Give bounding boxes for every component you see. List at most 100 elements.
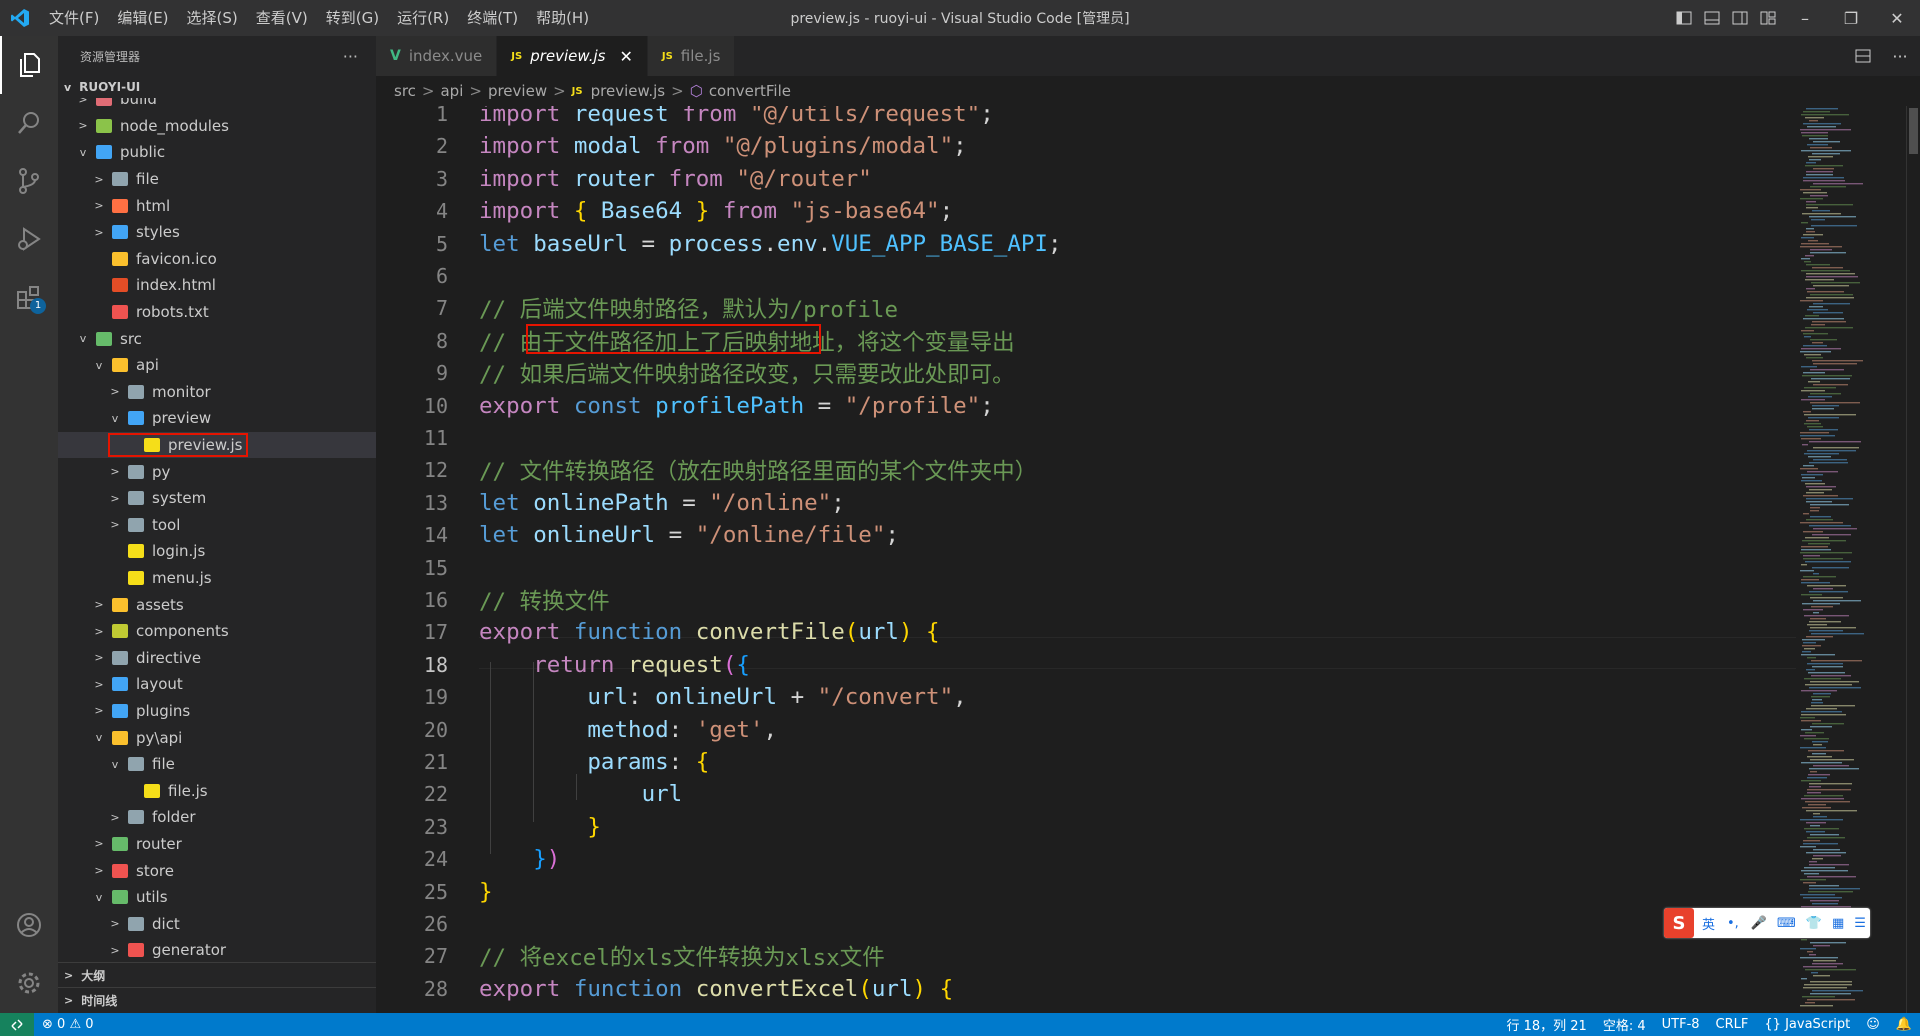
toolbox-icon[interactable]: ▦ [1832,916,1844,931]
code-line[interactable]: 25} [376,876,1796,908]
code-line[interactable]: 4 import { Base64 } from "js-base64"; [376,195,1796,227]
code-line[interactable]: 27 // 将excel的xls文件转换为xlsx文件 [376,940,1796,972]
keyboard-icon[interactable]: ⌨ [1777,916,1796,931]
remote-icon[interactable] [0,1013,34,1036]
tree-item[interactable]: file.js [58,777,376,804]
timeline-section[interactable]: > 时间线 [58,987,376,1012]
code-line[interactable]: 17 export function convertFile(url) { [376,616,1796,648]
settings-gear-icon[interactable] [0,954,58,1012]
code-line[interactable]: 15 [376,552,1796,584]
code-line[interactable]: 5 let baseUrl = process.env.VUE_APP_BASE_… [376,228,1796,260]
tree-item[interactable]: > plugins [58,698,376,725]
code-editor[interactable]: 1 import request from "@/utils/request"; 2… [376,106,1796,1013]
menu-run[interactable]: 运行(R) [388,0,458,36]
tree-item[interactable]: > assets [58,591,376,618]
tree-item[interactable]: > router [58,831,376,858]
code-line[interactable]: 9 // 如果后端文件映射路径改变，只需要改此处即可。 [376,357,1796,389]
menu-edit[interactable]: 编辑(E) [108,0,177,36]
minimap[interactable] [1796,106,1906,1013]
breadcrumb-file[interactable]: preview.js [591,82,666,100]
code-line[interactable]: 10 export const profilePath = "/profile"; [376,390,1796,422]
tree-item[interactable]: > node_modules [58,113,376,140]
tree-item[interactable]: v preview [58,405,376,432]
punctuation-icon[interactable]: •, [1727,916,1739,931]
tree-item[interactable]: > directive [58,644,376,671]
search-icon[interactable] [0,94,58,152]
code-line[interactable]: 26 [376,908,1796,940]
menu-help[interactable]: 帮助(H) [527,0,598,36]
menu-file[interactable]: 文件(F) [40,0,108,36]
microphone-icon[interactable]: 🎤 [1751,916,1767,931]
code-line[interactable]: 19 url: onlineUrl + "/convert", [376,681,1796,713]
code-line[interactable]: 16 // 转换文件 [376,584,1796,616]
toggle-sidebar-icon[interactable] [1670,0,1698,36]
tab-index-vue[interactable]: V index.vue [376,36,498,76]
tree-item[interactable]: v file [58,751,376,778]
code-line[interactable]: 18 return request({ [376,649,1796,681]
tree-item[interactable]: > store [58,857,376,884]
extensions-icon[interactable]: 1 [0,268,58,326]
code-line[interactable]: 14 let onlineUrl = "/online/file"; [376,519,1796,551]
tree-item[interactable]: > generator [58,937,376,964]
tree-item[interactable]: v py\api [58,724,376,751]
code-line[interactable]: 11 [376,422,1796,454]
split-editor-icon[interactable] [1846,49,1880,63]
vertical-scrollbar[interactable] [1906,106,1920,1013]
code-line[interactable]: 2 import modal from "@/plugins/modal"; [376,130,1796,162]
ime-language[interactable]: 英 [1702,914,1715,933]
ime-settings-icon[interactable]: ☰ [1854,916,1866,931]
more-actions-icon[interactable]: ··· [1880,47,1920,66]
tree-item[interactable]: > styles [58,219,376,246]
tree-item[interactable]: > layout [58,671,376,698]
code-line[interactable]: 12 // 文件转换路径（放在映射路径里面的某个文件夹中） [376,454,1796,486]
explorer-icon[interactable] [0,36,58,94]
tree-item[interactable]: > py [58,458,376,485]
tree-item[interactable]: > dict [58,910,376,937]
outline-section[interactable]: > 大纲 [58,962,376,987]
code-line[interactable]: 23 } [376,811,1796,843]
tree-item[interactable]: robots.txt [58,299,376,326]
breadcrumb-src[interactable]: src [394,82,416,100]
feedback-icon[interactable]: ☺ [1858,1017,1888,1032]
tree-item[interactable]: > build [58,98,376,113]
menu-go[interactable]: 转到(G) [317,0,388,36]
tree-item[interactable]: v public [58,139,376,166]
tree-item[interactable]: v api [58,352,376,379]
tree-item[interactable]: login.js [58,538,376,565]
code-line[interactable]: 13 let onlinePath = "/online"; [376,487,1796,519]
tree-item[interactable]: > system [58,485,376,512]
toggle-panel-icon[interactable] [1698,0,1726,36]
code-line[interactable]: 28 export function convertExcel(url) { [376,973,1796,1005]
breadcrumb-api[interactable]: api [440,82,463,100]
cursor-position[interactable]: 行 18，列 21 [1498,1015,1594,1034]
tree-item[interactable]: > html [58,192,376,219]
skin-icon[interactable]: 👕 [1806,916,1822,931]
menu-terminal[interactable]: 终端(T) [458,0,527,36]
close-window-icon[interactable]: ✕ [1874,0,1920,36]
close-tab-icon[interactable]: ✕ [619,47,632,66]
tree-item[interactable]: > folder [58,804,376,831]
more-actions-icon[interactable]: ··· [343,47,358,66]
breadcrumb-symbol[interactable]: convertFile [709,82,791,100]
code-line[interactable]: 22 url [376,778,1796,810]
minimize-icon[interactable]: – [1782,0,1828,36]
tree-item[interactable]: favicon.ico [58,246,376,273]
indentation[interactable]: 空格: 4 [1595,1015,1654,1034]
code-line[interactable]: 21 params: { [376,746,1796,778]
account-icon[interactable] [0,896,58,954]
notifications-bell-icon[interactable]: 🔔 [1888,1017,1920,1032]
tab-file-js[interactable]: JS file.js [647,36,736,76]
tree-item[interactable]: preview.js [58,431,376,459]
menu-selection[interactable]: 选择(S) [178,0,247,36]
code-line[interactable]: 24 }) [376,843,1796,875]
tree-item[interactable]: > file [58,166,376,193]
tree-item[interactable]: > tool [58,512,376,539]
tab-preview-js[interactable]: JS preview.js ✕ [497,36,648,76]
tree-item[interactable]: v utils [58,884,376,911]
run-debug-icon[interactable] [0,210,58,268]
problems-indicator[interactable]: ⊗ 0 ⚠ 0 [34,1017,102,1032]
end-of-line[interactable]: CRLF [1708,1017,1757,1032]
tree-item[interactable]: menu.js [58,565,376,592]
toggle-secondary-sidebar-icon[interactable] [1726,0,1754,36]
code-line[interactable]: 6 [376,260,1796,292]
